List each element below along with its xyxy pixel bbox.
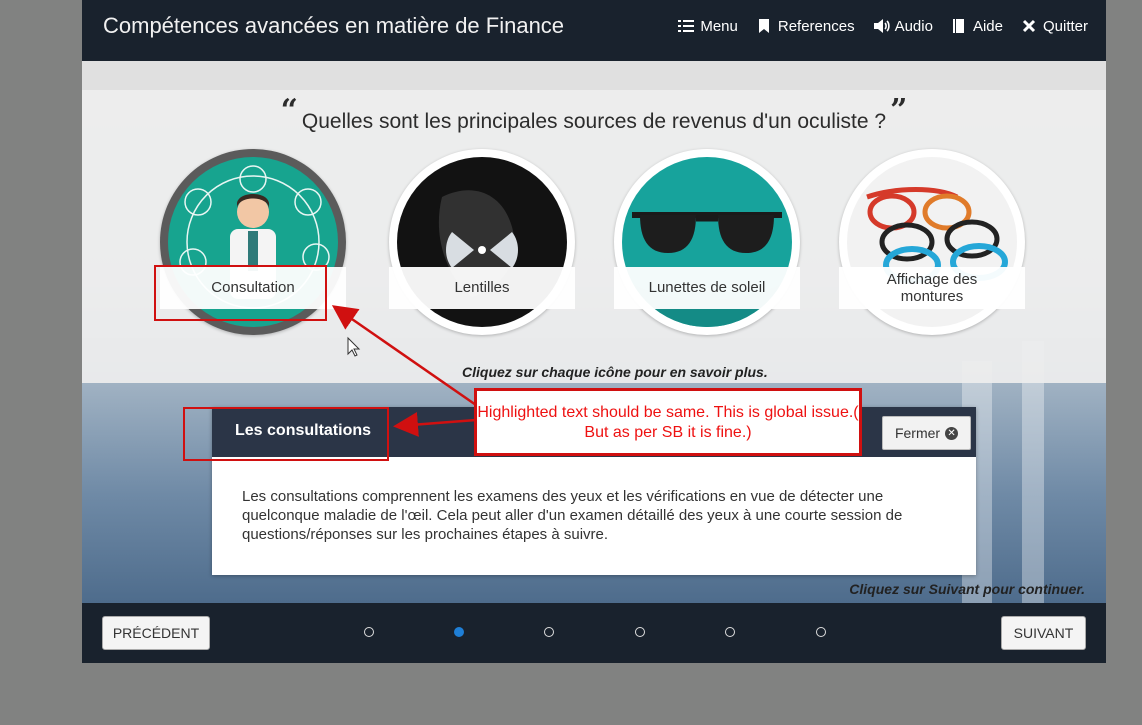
page-dot[interactable] bbox=[816, 627, 826, 637]
page-dot[interactable] bbox=[544, 627, 554, 637]
card-lunettes-label: Lunettes de soleil bbox=[614, 267, 800, 309]
menu-label: Menu bbox=[700, 17, 738, 35]
top-bar: Compétences avancées en matière de Finan… bbox=[82, 0, 1106, 61]
card-affichage-des-montures[interactable]: Affichage des montures bbox=[839, 149, 1025, 335]
card-lentilles-label: Lentilles bbox=[389, 267, 575, 309]
quit-button[interactable]: Quitter bbox=[1021, 18, 1088, 35]
open-quote-icon: “ bbox=[280, 93, 298, 128]
previous-button[interactable]: PRÉCÉDENT bbox=[102, 616, 210, 650]
menu-button[interactable]: Menu bbox=[678, 18, 738, 35]
page-dot[interactable] bbox=[635, 627, 645, 637]
top-nav: Menu References Audio Aide Quitter bbox=[678, 0, 1106, 52]
question-heading: “Quelles sont les principales sources de… bbox=[280, 93, 908, 133]
page-dot-current[interactable] bbox=[454, 627, 464, 637]
close-icon bbox=[1021, 18, 1037, 34]
help-book-icon bbox=[951, 18, 967, 34]
annotation-highlight-consultation bbox=[154, 265, 327, 321]
card-lunettes-de-soleil[interactable]: Lunettes de soleil bbox=[614, 149, 800, 335]
annotation-note: Highlighted text should be same. This is… bbox=[474, 388, 862, 456]
help-button[interactable]: Aide bbox=[951, 18, 1003, 35]
bottom-bar: PRÉCÉDENT SUIVANT bbox=[82, 603, 1106, 663]
next-button[interactable]: SUIVANT bbox=[1001, 616, 1086, 650]
list-icon bbox=[678, 18, 695, 34]
hint-click-icons: Cliquez sur chaque icône pour en savoir … bbox=[462, 364, 768, 380]
speaker-icon bbox=[873, 18, 890, 34]
close-popup-button[interactable]: Fermer ✕ bbox=[882, 416, 971, 450]
page-dot[interactable] bbox=[364, 627, 374, 637]
close-quote-icon: ” bbox=[890, 93, 908, 128]
card-lentilles[interactable]: Lentilles bbox=[389, 149, 575, 335]
annotation-highlight-title bbox=[183, 407, 389, 461]
course-window: Compétences avancées en matière de Finan… bbox=[82, 0, 1106, 663]
references-button[interactable]: References bbox=[756, 18, 855, 35]
card-affichage-label: Affichage des montures bbox=[839, 267, 1025, 309]
popup-body-text: Les consultations comprennent les examen… bbox=[242, 488, 903, 543]
quit-label: Quitter bbox=[1042, 17, 1088, 35]
course-title: Compétences avancées en matière de Finan… bbox=[103, 13, 565, 38]
page-dot[interactable] bbox=[725, 627, 735, 637]
scene-area: “Quelles sont les principales sources de… bbox=[82, 61, 1106, 603]
help-label: Aide bbox=[972, 17, 1003, 35]
audio-button[interactable]: Audio bbox=[873, 18, 933, 35]
audio-label: Audio bbox=[894, 17, 933, 35]
bookmark-icon bbox=[756, 18, 772, 34]
close-circle-icon: ✕ bbox=[945, 426, 959, 440]
hint-next: Cliquez sur Suivant pour continuer. bbox=[849, 581, 1085, 597]
references-label: References bbox=[777, 17, 855, 35]
